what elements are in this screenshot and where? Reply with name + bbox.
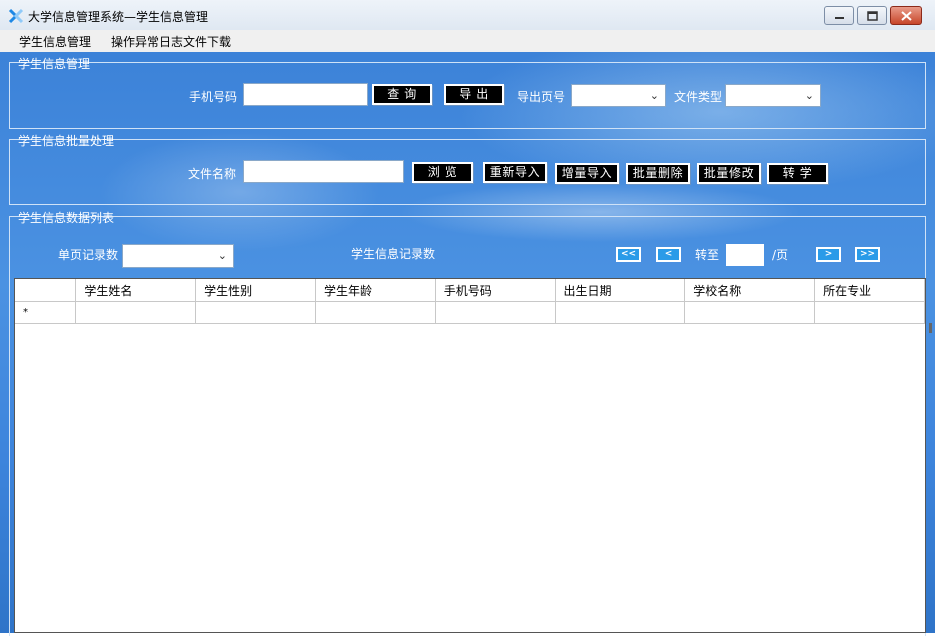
- browse-button[interactable]: 浏 览: [412, 162, 473, 183]
- batch-modify-button[interactable]: 批量修改: [697, 163, 761, 184]
- export-page-label: 导出页号: [517, 90, 566, 104]
- file-type-label: 文件类型: [674, 90, 723, 104]
- chevron-down-icon: ⌄: [217, 249, 227, 262]
- page-size-label: 单页记录数: [58, 248, 119, 262]
- column-header-phone[interactable]: 手机号码: [435, 279, 556, 302]
- file-name-label: 文件名称: [188, 167, 237, 181]
- column-header-major[interactable]: 所在专业: [814, 279, 925, 302]
- close-button[interactable]: [890, 6, 922, 25]
- list-group-legend: 学生信息数据列表: [18, 211, 115, 225]
- goto-page-input[interactable]: [726, 244, 764, 266]
- column-header-gender[interactable]: 学生性别: [195, 279, 316, 302]
- new-row-marker[interactable]: *: [15, 301, 77, 324]
- main-window: 大学信息管理系统—学生信息管理 学生信息管理 操作异常日志文件下载 学生信息管理…: [0, 0, 935, 636]
- maximize-icon: [867, 11, 878, 21]
- table-header-row: 学生姓名 学生性别 学生年龄 手机号码 出生日期 学校名称 所在专业: [15, 279, 925, 302]
- scrollbar-edge: [929, 323, 932, 333]
- table-cell[interactable]: [195, 301, 316, 324]
- record-count-label: 学生信息记录数: [351, 247, 436, 261]
- column-header-name[interactable]: 学生姓名: [75, 279, 197, 302]
- menu-item-error-log-download[interactable]: 操作异常日志文件下载: [111, 33, 231, 50]
- table-cell[interactable]: [555, 301, 686, 324]
- chevron-down-icon: ⌄: [804, 89, 814, 102]
- table-cell[interactable]: [684, 301, 816, 324]
- query-group-legend: 学生信息管理: [18, 57, 91, 71]
- incremental-import-button[interactable]: 增量导入: [555, 163, 619, 184]
- table-cell[interactable]: [814, 301, 925, 324]
- app-logo-icon: [8, 8, 24, 24]
- file-name-input[interactable]: [243, 160, 404, 183]
- window-title: 大学信息管理系统—学生信息管理: [28, 10, 209, 24]
- table-cell[interactable]: [435, 301, 556, 324]
- phone-input[interactable]: [243, 83, 368, 106]
- reimport-button[interactable]: 重新导入: [483, 162, 547, 183]
- first-page-button[interactable]: <<: [616, 247, 641, 262]
- chevron-down-icon: ⌄: [649, 89, 659, 102]
- export-page-select[interactable]: ⌄: [571, 84, 666, 107]
- student-table: 学生姓名 学生性别 学生年龄 手机号码 出生日期 学校名称 所在专业 *: [15, 279, 925, 324]
- minimize-button[interactable]: [824, 6, 854, 25]
- table-row[interactable]: *: [15, 301, 925, 324]
- file-type-select[interactable]: ⌄: [725, 84, 821, 107]
- menu-bar: 学生信息管理 操作异常日志文件下载: [0, 30, 935, 52]
- student-data-grid[interactable]: 学生姓名 学生性别 学生年龄 手机号码 出生日期 学校名称 所在专业 *: [14, 278, 926, 633]
- batch-delete-button[interactable]: 批量删除: [626, 163, 690, 184]
- column-header-school[interactable]: 学校名称: [684, 279, 816, 302]
- maximize-button[interactable]: [857, 6, 887, 25]
- batch-group-legend: 学生信息批量处理: [18, 134, 115, 148]
- export-button[interactable]: 导 出: [444, 84, 504, 105]
- next-page-button[interactable]: >: [816, 247, 841, 262]
- column-header-birthdate[interactable]: 出生日期: [555, 279, 686, 302]
- last-page-button[interactable]: >>: [855, 247, 880, 262]
- page-size-select[interactable]: ⌄: [122, 244, 234, 268]
- page-suffix-label: /页: [772, 248, 789, 262]
- table-cell[interactable]: [315, 301, 436, 324]
- transfer-button[interactable]: 转 学: [767, 163, 828, 184]
- prev-page-button[interactable]: <: [656, 247, 681, 262]
- query-button[interactable]: 查 询: [372, 84, 432, 105]
- menu-item-student-info[interactable]: 学生信息管理: [19, 33, 91, 50]
- title-bar[interactable]: 大学信息管理系统—学生信息管理: [0, 0, 935, 31]
- phone-label: 手机号码: [189, 90, 238, 104]
- close-icon: [901, 11, 912, 21]
- goto-label: 转至: [695, 248, 720, 262]
- column-header-age[interactable]: 学生年龄: [315, 279, 436, 302]
- table-cell[interactable]: [75, 301, 197, 324]
- minimize-icon: [835, 17, 844, 19]
- row-header-corner[interactable]: [15, 279, 77, 302]
